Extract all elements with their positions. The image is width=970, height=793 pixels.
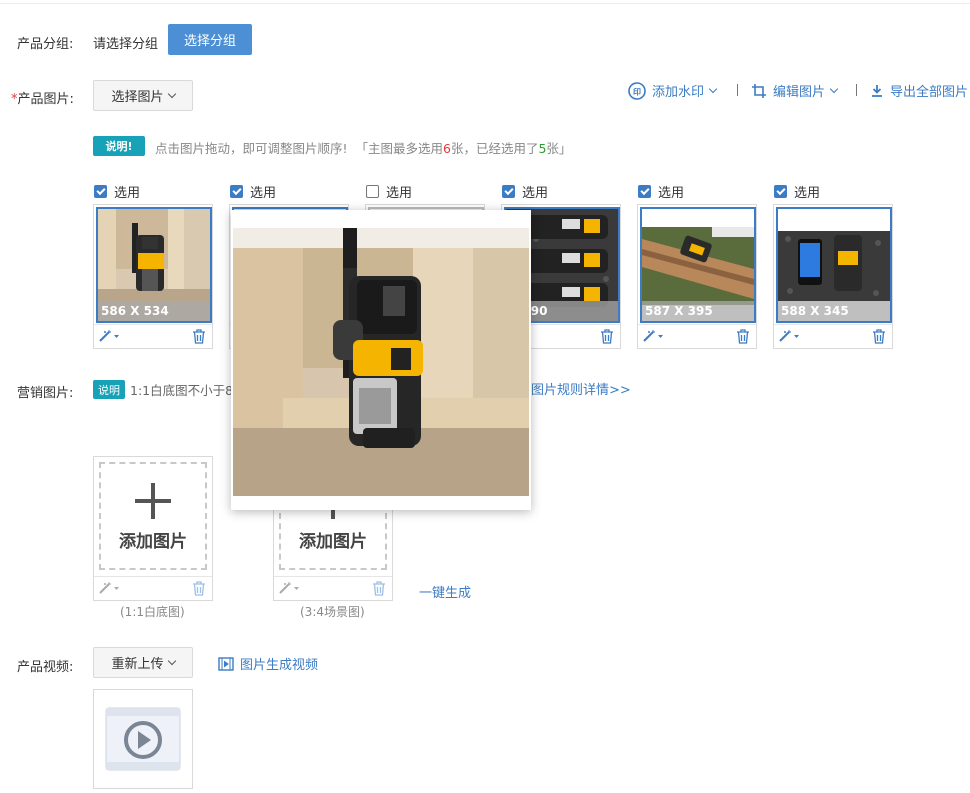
trash-icon[interactable] bbox=[372, 581, 386, 600]
image-rules-link[interactable]: 图片规则详情>> bbox=[531, 379, 631, 398]
add-watermark-button[interactable]: 印 添加水印 bbox=[628, 81, 718, 100]
magic-wand-icon[interactable] bbox=[98, 581, 120, 599]
note-text-max: 「主图最多选用 bbox=[355, 141, 443, 156]
tape-measure-preview-photo bbox=[233, 228, 529, 496]
note-text-end: 张」 bbox=[546, 141, 572, 156]
image-select-checkbox-5[interactable]: 选用 bbox=[638, 182, 684, 201]
edit-image-button[interactable]: 编辑图片 bbox=[751, 81, 839, 100]
export-all-images-label: 导出全部图片 bbox=[890, 85, 969, 100]
add-image-text: 添加图片 bbox=[299, 531, 367, 552]
images-label: *产品图片: bbox=[11, 88, 74, 107]
trash-icon[interactable] bbox=[600, 329, 614, 348]
image-toolbar bbox=[274, 576, 392, 600]
video-thumbnail[interactable] bbox=[93, 689, 193, 789]
note-text-used: 张，已经选用了 bbox=[450, 141, 539, 156]
checkbox-label: 选用 bbox=[250, 186, 277, 201]
image-toolbar bbox=[94, 576, 212, 600]
trash-icon[interactable] bbox=[872, 329, 886, 348]
image-select-checkbox-3[interactable]: 选用 bbox=[366, 182, 412, 201]
image-order-note: 点击图片拖动，即可调整图片顺序! 「主图最多选用6张，已经选用了5张」 bbox=[155, 138, 571, 157]
group-label: 产品分组: bbox=[17, 37, 74, 52]
image-size-label: 588 X 345 bbox=[778, 301, 890, 321]
chevron-down-icon bbox=[167, 656, 176, 666]
image-size-label: 587 X 395 bbox=[642, 301, 754, 321]
trash-icon[interactable] bbox=[736, 329, 750, 348]
one-click-generate-link[interactable]: 一键生成 bbox=[419, 582, 471, 601]
action-separator bbox=[856, 84, 857, 96]
video-play-icon bbox=[105, 707, 181, 771]
magic-wand-icon[interactable] bbox=[778, 329, 800, 347]
checkbox-label: 选用 bbox=[386, 186, 413, 201]
reupload-label: 重新上传 bbox=[111, 657, 164, 672]
checkbox-label: 选用 bbox=[114, 186, 141, 201]
magic-wand-icon[interactable] bbox=[642, 329, 664, 347]
marketing-note-text: 1:1白底图不小于8 bbox=[130, 383, 234, 398]
edit-image-label: 编辑图片 bbox=[773, 85, 826, 100]
product-image-card[interactable]: 588 X 345 bbox=[773, 204, 893, 349]
product-image-thumbnail[interactable]: 588 X 345 bbox=[776, 207, 892, 323]
checkbox-checked-icon bbox=[230, 185, 243, 198]
download-icon bbox=[872, 84, 882, 97]
group-placeholder: 请选择分组 bbox=[93, 37, 159, 52]
trash-icon[interactable] bbox=[192, 329, 206, 348]
chevron-down-icon bbox=[708, 84, 718, 94]
image-select-checkbox-4[interactable]: 选用 bbox=[502, 182, 548, 201]
checkbox-label: 选用 bbox=[794, 186, 821, 201]
product-image-thumbnail[interactable]: 587 X 395 bbox=[640, 207, 756, 323]
magic-wand-icon[interactable] bbox=[278, 581, 300, 599]
image-toolbar bbox=[94, 324, 212, 348]
checkbox-label: 选用 bbox=[522, 186, 549, 201]
add-image-area[interactable]: 添加图片 bbox=[99, 462, 207, 570]
marketing-label: 营销图片: bbox=[17, 386, 74, 401]
film-icon bbox=[218, 656, 234, 671]
image-select-checkbox-1[interactable]: 选用 bbox=[94, 182, 140, 201]
checkbox-unchecked-icon bbox=[366, 185, 379, 198]
image-select-checkbox-2[interactable]: 选用 bbox=[230, 182, 276, 201]
images-label-text: 产品图片: bbox=[17, 92, 74, 107]
trash-icon[interactable] bbox=[192, 581, 206, 600]
export-all-images-button[interactable]: 导出全部图片 bbox=[870, 81, 968, 100]
top-divider bbox=[0, 3, 970, 4]
image-toolbar bbox=[638, 324, 756, 348]
image-to-video-label: 图片生成视频 bbox=[240, 658, 319, 673]
chevron-down-icon bbox=[167, 89, 176, 99]
svg-text:印: 印 bbox=[633, 86, 641, 96]
add-white-bg-image-card[interactable]: 添加图片 bbox=[93, 456, 213, 601]
image-size-label: 586 X 534 bbox=[98, 301, 210, 321]
select-image-label: 选择图片 bbox=[111, 90, 164, 105]
select-image-button[interactable]: 选择图片 bbox=[93, 80, 193, 111]
marketing-note-badge: 说明 bbox=[93, 380, 125, 399]
action-separator bbox=[737, 84, 738, 96]
add-watermark-label: 添加水印 bbox=[652, 85, 705, 100]
select-group-button[interactable]: 选择分组 bbox=[168, 24, 252, 55]
image-toolbar bbox=[774, 324, 892, 348]
product-image-card[interactable]: 586 X 534 bbox=[93, 204, 213, 349]
note-badge: 说明! bbox=[93, 136, 145, 156]
add-image-text: 添加图片 bbox=[119, 531, 187, 552]
white-bg-caption: (1:1白底图) bbox=[120, 605, 185, 619]
checkbox-checked-icon bbox=[94, 185, 107, 198]
checkbox-checked-icon bbox=[774, 185, 787, 198]
note-max-count: 6 bbox=[442, 141, 451, 156]
checkbox-checked-icon bbox=[638, 185, 651, 198]
reupload-button[interactable]: 重新上传 bbox=[93, 647, 193, 678]
watermark-icon: 印 bbox=[628, 81, 646, 100]
video-label: 产品视频: bbox=[17, 660, 74, 675]
product-image-thumbnail[interactable]: 586 X 534 bbox=[96, 207, 212, 323]
checkbox-label: 选用 bbox=[658, 186, 685, 201]
scene-caption: (3:4场景图) bbox=[300, 605, 365, 619]
image-drag-preview[interactable] bbox=[231, 210, 531, 510]
chevron-down-icon bbox=[829, 84, 839, 94]
plus-icon bbox=[135, 482, 171, 519]
note-text-drag: 点击图片拖动，即可调整图片顺序! bbox=[155, 141, 348, 156]
magic-wand-icon[interactable] bbox=[98, 329, 120, 347]
image-select-checkbox-6[interactable]: 选用 bbox=[774, 182, 820, 201]
product-image-card[interactable]: 587 X 395 bbox=[637, 204, 757, 349]
crop-icon bbox=[752, 83, 766, 98]
image-to-video-link[interactable]: 图片生成视频 bbox=[218, 654, 318, 673]
checkbox-checked-icon bbox=[502, 185, 515, 198]
